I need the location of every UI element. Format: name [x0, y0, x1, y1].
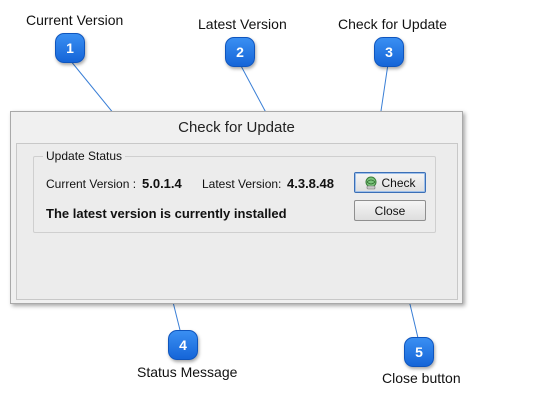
check-button[interactable]: Check — [354, 172, 426, 193]
callout-label-latest-version: Latest Version — [198, 16, 287, 32]
update-status-group: Update Status — [33, 149, 436, 233]
callout-badge-1: 1 — [55, 33, 85, 63]
callout-label-current-version: Current Version — [26, 12, 124, 28]
latest-version-value: 4.3.8.48 — [287, 176, 334, 191]
callout-badge-2: 2 — [225, 37, 255, 67]
callout-badge-3: 3 — [374, 37, 404, 67]
status-message: The latest version is currently installe… — [46, 206, 287, 221]
callout-label-check-for-update: Check for Update — [338, 16, 447, 32]
window-title: Check for Update — [178, 119, 295, 136]
latest-version-label: Latest Version: — [202, 177, 282, 191]
callout-badge-5: 5 — [404, 337, 434, 367]
close-button[interactable]: Close — [354, 200, 426, 221]
update-globe-icon — [365, 176, 377, 189]
check-button-label: Check — [381, 175, 416, 190]
callout-label-close-button: Close button — [382, 370, 461, 386]
callout-badge-4: 4 — [168, 330, 198, 360]
current-version-value: 5.0.1.4 — [142, 176, 182, 191]
current-version-label: Current Version : — [46, 177, 137, 191]
group-title: Update Status — [43, 149, 126, 163]
callout-label-status-message: Status Message — [137, 364, 238, 380]
close-button-label: Close — [374, 203, 406, 218]
